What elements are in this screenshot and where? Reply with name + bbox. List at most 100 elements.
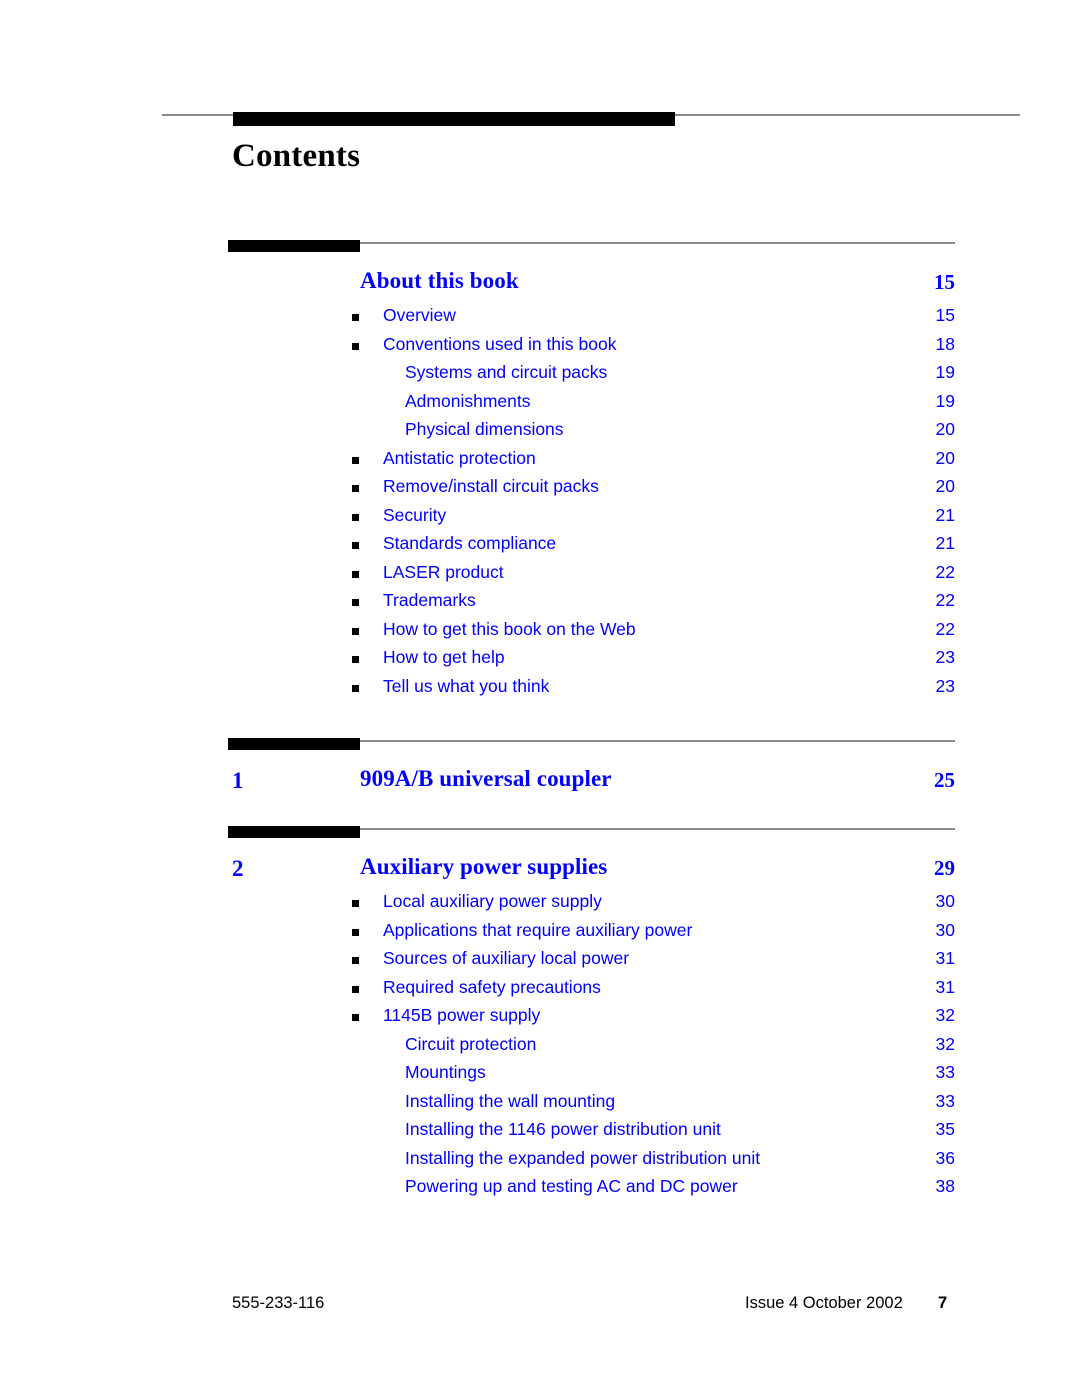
toc-entry-label[interactable]: Circuit protection bbox=[405, 1034, 536, 1055]
toc-entry-label[interactable]: Security bbox=[383, 505, 446, 526]
square-bullet-icon bbox=[352, 542, 359, 549]
toc-entry-list: Overview 15 Conventions used in this book 1… bbox=[0, 296, 1080, 702]
toc-section-header[interactable]: About this book 15 bbox=[0, 250, 1080, 296]
toc-entry[interactable]: Antistatic protection 20 bbox=[0, 446, 1080, 475]
square-bullet-icon bbox=[352, 684, 359, 692]
toc-entry[interactable]: Installing the 1146 power distribution u… bbox=[0, 1117, 1080, 1146]
toc-entry-label[interactable]: Remove/install circuit packs bbox=[383, 476, 599, 497]
toc-entry-page-number: 30 bbox=[935, 919, 955, 940]
section-title[interactable]: About this book bbox=[360, 268, 519, 294]
toc-entry-page-number: 30 bbox=[935, 891, 955, 911]
toc-entry-page-number: 15 bbox=[935, 305, 955, 325]
entry-list-spacer bbox=[0, 296, 1080, 303]
toc-entry-label[interactable]: Tell us what you think bbox=[383, 676, 549, 697]
toc-entry[interactable]: Physical dimensions 20 bbox=[0, 417, 1080, 446]
toc-section: About this book 15 Overview 15 Conventions u… bbox=[0, 236, 1080, 734]
toc-entry[interactable]: Installing the expanded power distributi… bbox=[0, 1146, 1080, 1175]
square-bullet-icon bbox=[352, 957, 359, 964]
toc-entry[interactable]: Local auxiliary power supply 30 bbox=[0, 889, 1080, 918]
toc-entry-label[interactable]: Powering up and testing AC and DC power bbox=[405, 1176, 738, 1197]
square-bullet-icon bbox=[352, 900, 359, 907]
toc-entry-page-number: 32 bbox=[935, 1033, 955, 1054]
section-page-number: 15 bbox=[934, 270, 955, 294]
toc-entry-label[interactable]: 1145B power supply bbox=[383, 1005, 540, 1026]
toc-entry-label[interactable]: Conventions used in this book bbox=[383, 334, 616, 355]
section-page-number: 29 bbox=[934, 856, 955, 880]
square-bullet-icon bbox=[352, 599, 359, 606]
toc-entry-label[interactable]: Local auxiliary power supply bbox=[383, 891, 602, 912]
toc-section-header[interactable]: 2 Auxiliary power supplies 29 bbox=[0, 836, 1080, 882]
toc-entry-page-number: 22 bbox=[935, 618, 955, 639]
table-of-contents: About this book 15 Overview 15 Conventions u… bbox=[0, 236, 1080, 1235]
toc-entry-page-number: 23 bbox=[935, 647, 955, 667]
toc-entry-label[interactable]: How to get help bbox=[383, 647, 505, 668]
toc-entry[interactable]: Standards compliance 21 bbox=[0, 531, 1080, 560]
toc-entry-page-number: 22 bbox=[935, 561, 955, 582]
toc-entry-label[interactable]: Standards compliance bbox=[383, 533, 556, 554]
toc-entry[interactable]: Overview 15 bbox=[0, 303, 1080, 332]
footer-page-number: 7 bbox=[938, 1294, 948, 1312]
toc-entry[interactable]: Remove/install circuit packs 20 bbox=[0, 474, 1080, 503]
toc-entry-list: Local auxiliary power supply 30 Applicatio… bbox=[0, 882, 1080, 1203]
page-footer: 555-233-116 Issue 4 October 2002 7 bbox=[0, 1294, 1080, 1320]
toc-entry-label[interactable]: Systems and circuit packs bbox=[405, 362, 607, 383]
toc-entry-label[interactable]: Mountings bbox=[405, 1062, 486, 1083]
square-bullet-icon bbox=[352, 342, 359, 350]
toc-entry[interactable]: Applications that require auxiliary powe… bbox=[0, 918, 1080, 947]
square-bullet-icon bbox=[352, 985, 359, 993]
toc-entry[interactable]: Admonishments 19 bbox=[0, 389, 1080, 418]
toc-entry-label[interactable]: Physical dimensions bbox=[405, 419, 564, 440]
toc-entry[interactable]: Systems and circuit packs 19 bbox=[0, 360, 1080, 389]
toc-entry-label[interactable]: Antistatic protection bbox=[383, 448, 536, 469]
toc-entry-label[interactable]: Sources of auxiliary local power bbox=[383, 948, 629, 969]
toc-entry[interactable]: Conventions used in this book 18 bbox=[0, 332, 1080, 361]
toc-entry[interactable]: 1145B power supply 32 bbox=[0, 1003, 1080, 1032]
toc-entry[interactable]: How to get help 23 bbox=[0, 645, 1080, 674]
toc-entry-label[interactable]: Overview bbox=[383, 305, 456, 326]
toc-section-header[interactable]: 1 909A/B universal coupler 25 bbox=[0, 748, 1080, 794]
section-page-number: 25 bbox=[934, 768, 955, 792]
toc-entry[interactable]: Mountings 33 bbox=[0, 1060, 1080, 1089]
toc-entry[interactable]: How to get this book on the Web 22 bbox=[0, 617, 1080, 646]
toc-section: 2 Auxiliary power supplies 29 Local auxilia… bbox=[0, 822, 1080, 1235]
toc-entry-label[interactable]: LASER product bbox=[383, 562, 504, 583]
footer-document-id: 555-233-116 bbox=[232, 1294, 325, 1312]
toc-entry[interactable]: Security 21 bbox=[0, 503, 1080, 532]
toc-entry-label[interactable]: Admonishments bbox=[405, 391, 530, 412]
toc-entry-label[interactable]: Applications that require auxiliary powe… bbox=[383, 920, 692, 941]
square-bullet-icon bbox=[352, 656, 359, 663]
section-title[interactable]: Auxiliary power supplies bbox=[360, 854, 607, 880]
toc-entry[interactable]: Sources of auxiliary local power 31 bbox=[0, 946, 1080, 975]
toc-entry-label[interactable]: Required safety precautions bbox=[383, 977, 601, 998]
toc-entry[interactable]: Tell us what you think 23 bbox=[0, 674, 1080, 703]
toc-entry[interactable]: Circuit protection 32 bbox=[0, 1032, 1080, 1061]
toc-section: 1 909A/B universal coupler 25 bbox=[0, 734, 1080, 822]
square-bullet-icon bbox=[352, 513, 359, 521]
toc-entry-label[interactable]: Trademarks bbox=[383, 590, 476, 611]
toc-entry-label[interactable]: Installing the expanded power distributi… bbox=[405, 1148, 760, 1169]
toc-entry[interactable]: LASER product 22 bbox=[0, 560, 1080, 589]
toc-entry-label[interactable]: Installing the wall mounting bbox=[405, 1091, 615, 1112]
section-divider bbox=[0, 822, 1080, 838]
toc-entry-page-number: 21 bbox=[935, 504, 955, 525]
section-number: 2 bbox=[232, 856, 244, 881]
entry-list-spacer bbox=[0, 882, 1080, 889]
toc-entry[interactable]: Powering up and testing AC and DC power 3… bbox=[0, 1174, 1080, 1203]
toc-entry[interactable]: Trademarks 22 bbox=[0, 588, 1080, 617]
toc-entry[interactable]: Installing the wall mounting 33 bbox=[0, 1089, 1080, 1118]
toc-entry-label[interactable]: Installing the 1146 power distribution u… bbox=[405, 1119, 721, 1140]
header-black-bar bbox=[233, 112, 675, 126]
toc-entry-page-number: 18 bbox=[935, 333, 955, 354]
section-number: 1 bbox=[232, 768, 244, 793]
square-bullet-icon bbox=[352, 1014, 359, 1021]
section-title[interactable]: 909A/B universal coupler bbox=[360, 766, 612, 792]
section-divider bbox=[0, 236, 1080, 252]
page-title: Contents bbox=[232, 138, 361, 174]
footer-issue-date: Issue 4 October 2002 bbox=[745, 1294, 903, 1312]
toc-entry-page-number: 20 bbox=[935, 476, 955, 496]
toc-entry[interactable]: Required safety precautions 31 bbox=[0, 975, 1080, 1004]
toc-entry-label[interactable]: How to get this book on the Web bbox=[383, 619, 636, 640]
